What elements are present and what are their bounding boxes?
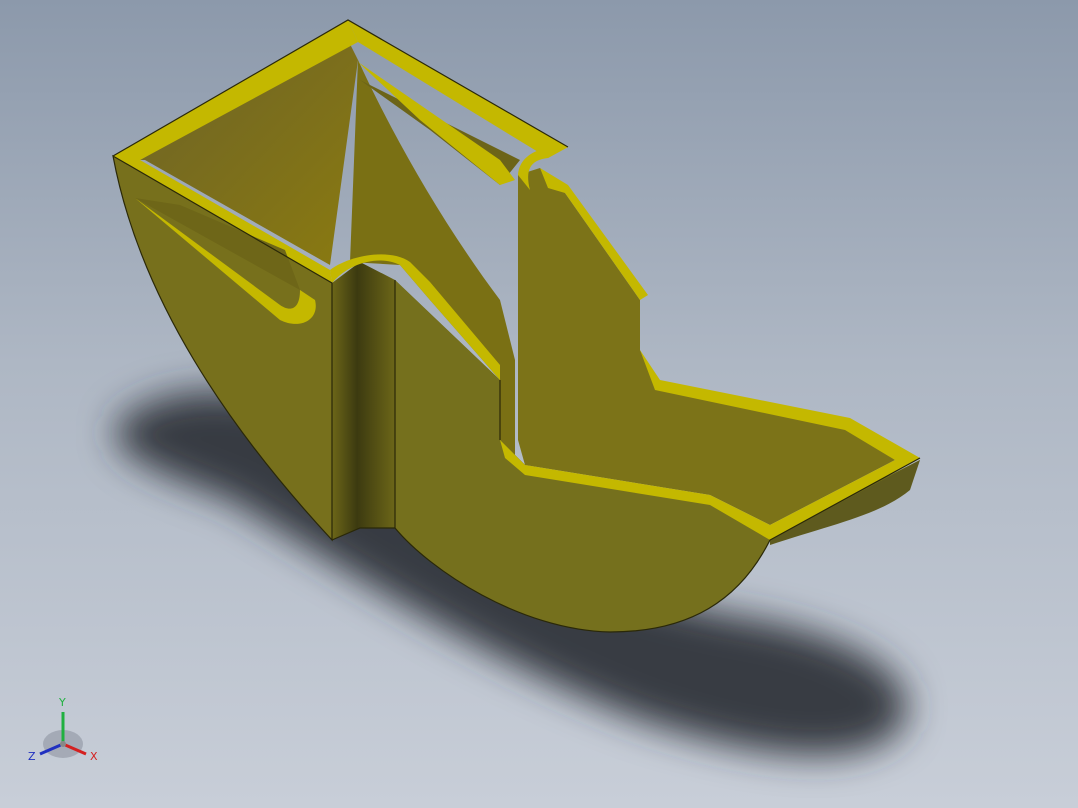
z-axis-label: Z xyxy=(28,750,36,763)
model-view[interactable] xyxy=(0,0,1078,808)
y-axis-label: Y xyxy=(58,696,66,709)
triad-origin xyxy=(60,741,66,747)
x-axis-label: X xyxy=(90,750,98,763)
orientation-triad[interactable]: Y X Z xyxy=(20,690,110,770)
shell-part[interactable] xyxy=(112,19,921,633)
right-inner-wall xyxy=(518,168,895,525)
center-pillar xyxy=(332,262,395,540)
graphics-viewport[interactable]: Y X Z xyxy=(0,0,1078,808)
